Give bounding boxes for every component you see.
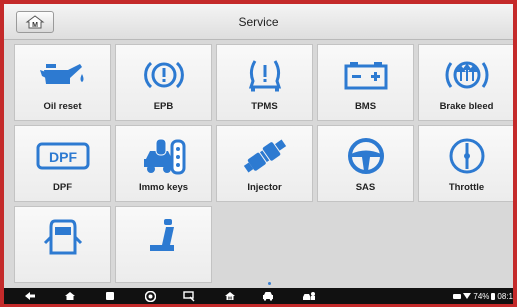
tile-label: Brake bleed: [439, 101, 494, 112]
recent-apps-icon[interactable]: [100, 288, 120, 304]
tile-throttle[interactable]: Throttle: [418, 125, 513, 202]
tile-dpf[interactable]: DPF DPF: [14, 125, 111, 202]
tile-sas[interactable]: SAS: [317, 125, 414, 202]
tile-label: Injector: [247, 182, 282, 193]
remote-desktop-icon[interactable]: [178, 288, 200, 304]
tile-label: TPMS: [251, 101, 278, 112]
tile-oil-reset[interactable]: Oil reset: [14, 44, 111, 121]
back-icon[interactable]: [20, 288, 40, 304]
page-indicator: [268, 282, 271, 285]
tile-label: Immo keys: [138, 182, 189, 193]
title-bar: Service M: [4, 4, 513, 40]
car-doors-icon: [43, 217, 83, 257]
message-icon: [453, 293, 462, 299]
brake-bleed-icon: [445, 55, 489, 95]
car-keys-icon: [142, 136, 186, 176]
svg-text:DPF: DPF: [49, 149, 77, 165]
tile-bms[interactable]: BMS: [317, 44, 414, 121]
injector-icon: [240, 136, 290, 176]
svg-text:M: M: [32, 22, 38, 29]
tile-seat[interactable]: [115, 206, 212, 283]
parking-brake-icon: [143, 55, 184, 95]
dpf-icon: DPF: [36, 136, 90, 176]
tile-label: DPF: [53, 182, 72, 193]
battery-percent: 74%: [473, 291, 490, 301]
tile-label: SAS: [355, 182, 376, 193]
tile-label: Oil reset: [43, 101, 82, 112]
vehicle-icon[interactable]: [258, 288, 278, 304]
battery-icon: [491, 292, 496, 300]
home-nav-icon[interactable]: [60, 288, 80, 304]
seat-icon: [144, 217, 184, 257]
oil-can-icon: [39, 55, 86, 95]
home-icon: M: [25, 15, 45, 29]
status-area: 74% 08:1: [453, 288, 513, 304]
tile-label: BMS: [354, 101, 377, 112]
tile-car-doors[interactable]: [14, 206, 111, 283]
app-window: Service M Oil reset EPB TPMS BMS Brake b…: [4, 4, 513, 304]
chrome-icon[interactable]: [140, 288, 160, 304]
service-grid: Oil reset EPB TPMS BMS Brake bleed DPF D…: [14, 44, 513, 284]
tile-epb[interactable]: EPB: [115, 44, 212, 121]
tile-label: EPB: [153, 101, 174, 112]
home-button[interactable]: M: [16, 11, 54, 33]
android-nav-bar: M 74% 08:1: [4, 288, 513, 304]
tile-label: Throttle: [448, 182, 485, 193]
tile-brake-bleed[interactable]: Brake bleed: [418, 44, 513, 121]
steering-wheel-icon: [347, 136, 385, 176]
tire-pressure-icon: [245, 55, 285, 95]
tile-tpms[interactable]: TPMS: [216, 44, 313, 121]
tile-immo-keys[interactable]: Immo keys: [115, 125, 212, 202]
clock: 08:1: [497, 291, 513, 301]
svg-text:M: M: [228, 296, 232, 301]
wifi-icon: [463, 293, 472, 299]
battery-icon: [344, 55, 388, 95]
maxisys-home-icon[interactable]: M: [220, 288, 240, 304]
tile-injector[interactable]: Injector: [216, 125, 313, 202]
throttle-icon: [448, 136, 486, 176]
page-title: Service: [238, 15, 279, 29]
vehicle-service-icon[interactable]: [298, 288, 320, 304]
